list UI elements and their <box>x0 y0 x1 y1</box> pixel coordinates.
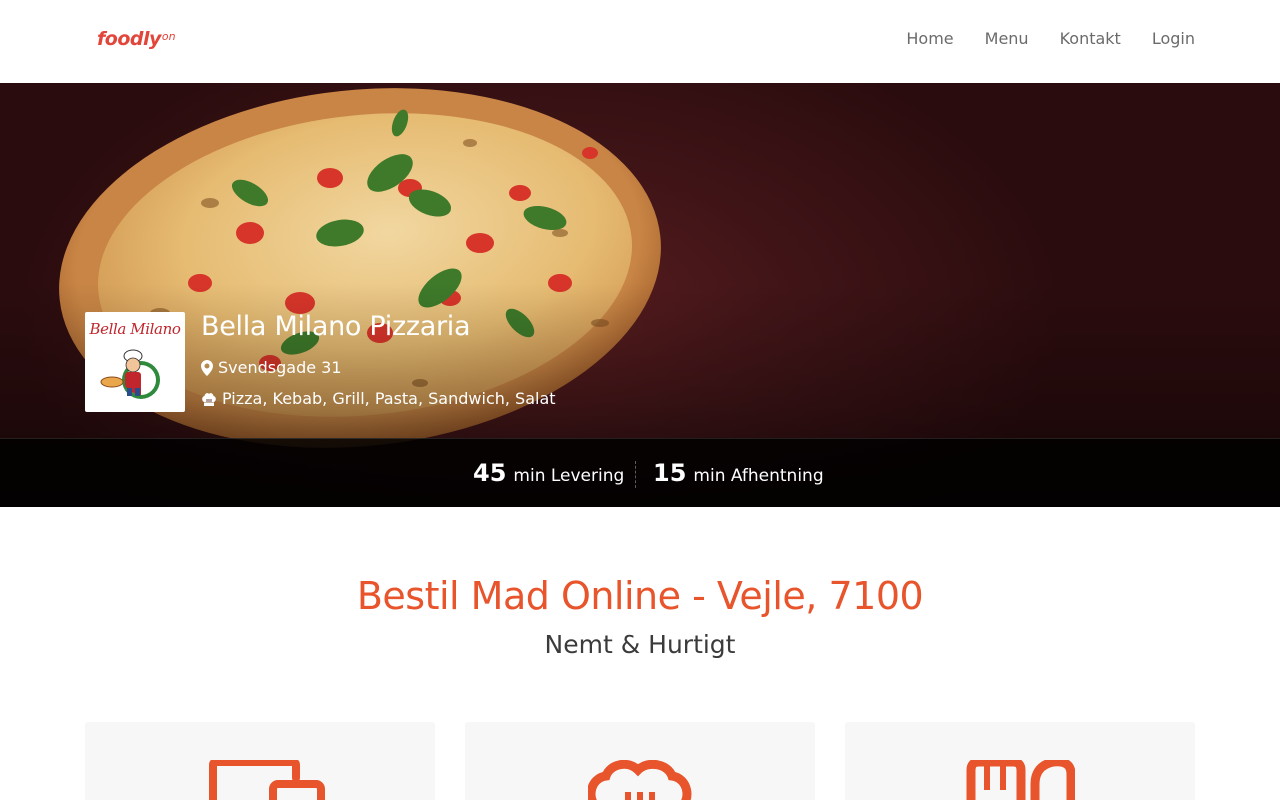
restaurant-name: Bella Milano Pizzaria <box>201 311 471 342</box>
site-header: foodly on Home Menu Kontakt Login <box>0 0 1280 83</box>
hero-banner: Bella Milano Bella Milano Pizzaria Svend… <box>0 83 1280 507</box>
feature-card-food <box>845 722 1195 800</box>
nav-login-link[interactable]: Login <box>1152 29 1195 48</box>
delivery-time-stat: 45 min Levering <box>473 459 624 487</box>
nav-kontakt-link[interactable]: Kontakt <box>1060 29 1121 48</box>
page-subtitle: Nemt & Hurtigt <box>544 630 736 659</box>
pickup-time-label: min Afhentning <box>693 466 824 486</box>
foodlyon-logo[interactable]: foodly on <box>97 28 176 54</box>
nav-menu-link[interactable]: Menu <box>985 29 1029 48</box>
cutlery-icon <box>966 760 1075 800</box>
logo-main-text: foodly <box>97 28 161 50</box>
restaurant-categories: Pizza, Kebab, Grill, Pasta, Sandwich, Sa… <box>201 389 556 408</box>
delivery-time-label: min Levering <box>513 466 625 486</box>
page-title: Bestil Mad Online - Vejle, 7100 <box>356 574 924 618</box>
restaurant-address: Svendsgade 31 <box>201 358 342 377</box>
devices-icon <box>209 760 325 800</box>
stats-divider <box>635 461 636 488</box>
feature-card-order-online <box>85 722 435 800</box>
logo-sup-text: on <box>161 30 176 43</box>
chef-hat-icon <box>202 392 216 406</box>
chef-hat-icon <box>588 760 692 800</box>
restaurant-logo: Bella Milano <box>85 312 185 412</box>
restaurant-address-text: Svendsgade 31 <box>218 358 342 377</box>
restaurant-categories-text: Pizza, Kebab, Grill, Pasta, Sandwich, Sa… <box>222 389 556 408</box>
chef-mascot-icon <box>100 349 160 399</box>
stats-bar: 45 min Levering 15 min Afhentning <box>0 438 1280 507</box>
pickup-time-stat: 15 min Afhentning <box>653 459 824 487</box>
nav-home-link[interactable]: Home <box>906 29 953 48</box>
feature-card-chef <box>465 722 815 800</box>
pickup-time-value: 15 <box>653 459 687 487</box>
main-nav: Home Menu Kontakt Login <box>906 29 1195 48</box>
map-marker-icon <box>201 359 213 376</box>
delivery-time-value: 45 <box>473 459 507 487</box>
